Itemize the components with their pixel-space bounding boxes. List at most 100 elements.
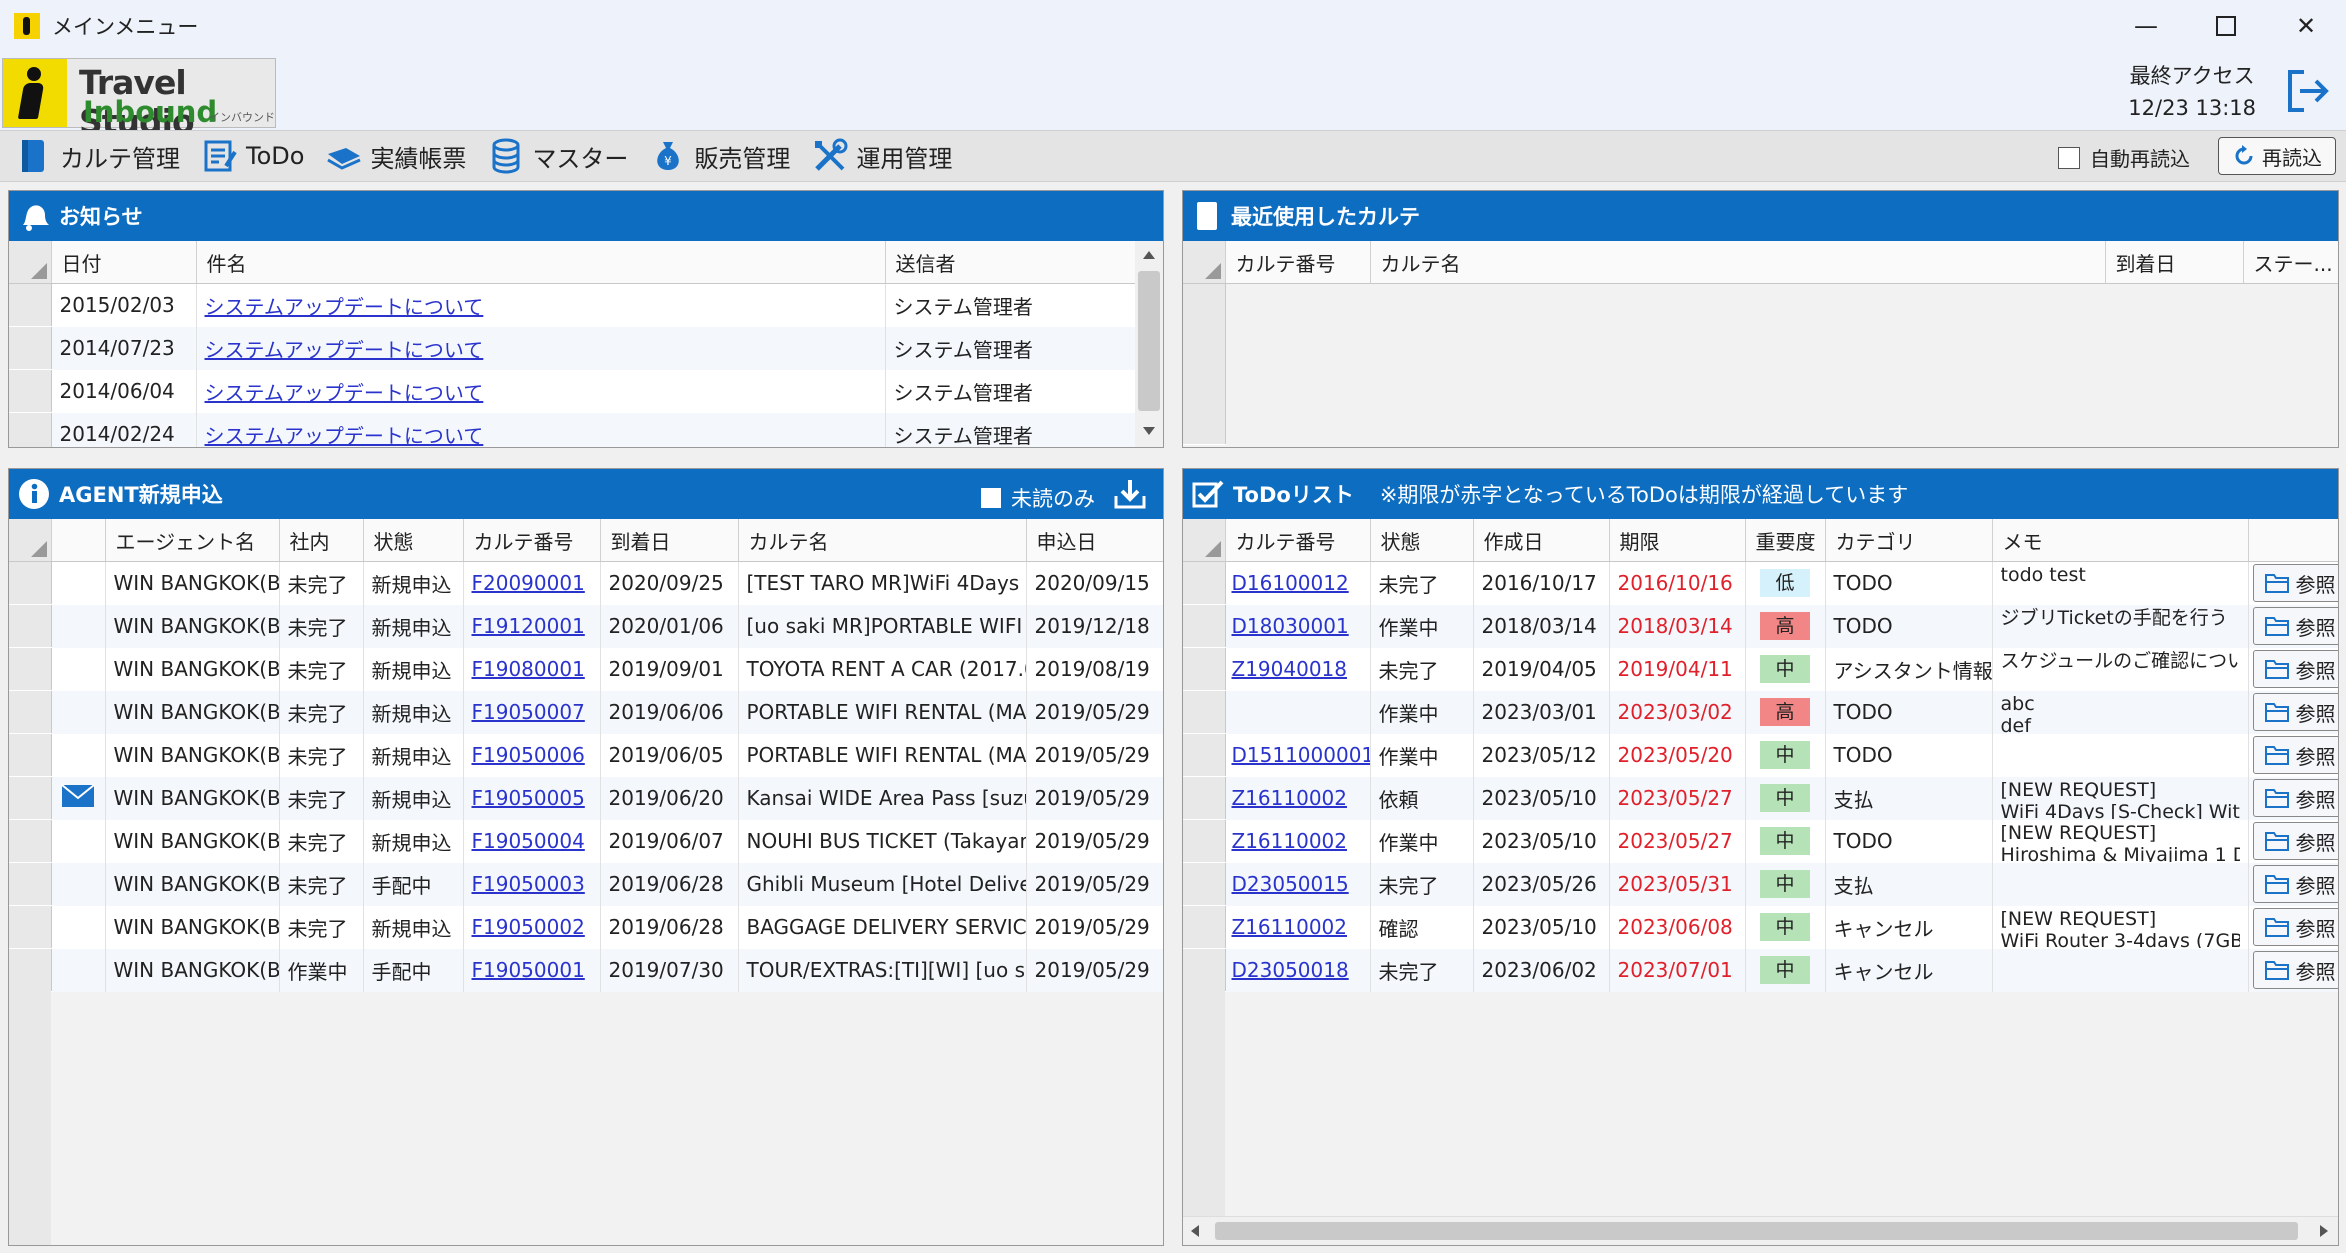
todo-row[interactable]: D16100012 未完了 2016/10/17 2016/10/16 低 TODO tod… xyxy=(1183,561,2338,605)
ref-button[interactable]: 参照 xyxy=(2252,693,2338,731)
row-header[interactable] xyxy=(9,819,52,863)
agent-col-arrival[interactable]: 到着日 xyxy=(600,519,739,562)
agent-karte-link[interactable]: F19080001 xyxy=(472,657,585,681)
notice-subject-link[interactable]: システムアップデートについて xyxy=(205,338,484,362)
todo-row[interactable]: 作業中 2023/03/01 2023/03/02 高 TODO abc def 参照 xyxy=(1183,690,2338,734)
todo-col-memo[interactable]: メモ xyxy=(1992,519,2249,562)
todo-row[interactable]: D18030001 作業中 2018/03/14 2018/03/14 高 TODO ジブリ… xyxy=(1183,604,2338,648)
row-header[interactable] xyxy=(1183,948,1226,992)
todo-karte-link[interactable]: Z16110002 xyxy=(1232,829,1348,853)
agent-row[interactable]: WIN BANGKOK(B 未完了 新規申込 F19120001 2020/01/06[… xyxy=(9,604,1163,648)
notice-subject-link[interactable]: システムアップデートについて xyxy=(205,424,484,448)
menu-sales[interactable]: ¥ 販売管理 xyxy=(650,133,790,179)
ref-button[interactable]: 参照 xyxy=(2252,779,2338,817)
row-header[interactable] xyxy=(1183,604,1226,648)
todo-karte-link[interactable]: D15110000012 xyxy=(1232,743,1370,767)
maximize-icon[interactable] xyxy=(2186,0,2266,52)
agent-col-karte-no[interactable]: カルテ番号 xyxy=(463,519,601,562)
todo-h-scrollbar[interactable] xyxy=(1183,1216,2338,1245)
todo-row[interactable]: Z16110002 確認 2023/05/10 2023/06/08 中キャンセル [NE… xyxy=(1183,905,2338,949)
agent-row[interactable]: WIN BANGKOK(B 未完了 新規申込 F19050004 2019/06/07 N… xyxy=(9,819,1163,863)
ref-button[interactable]: 参照 xyxy=(2252,564,2338,603)
row-header[interactable] xyxy=(9,948,52,992)
agent-row[interactable]: WIN BANGKOK(B 未完了 新規申込 F19050005 2019/06/20 K… xyxy=(9,776,1163,820)
agent-karte-link[interactable]: F20090001 xyxy=(472,571,585,595)
unread-only-checkbox[interactable] xyxy=(981,488,1001,508)
agent-col-internal[interactable]: 社内 xyxy=(279,519,364,562)
agent-karte-link[interactable]: F19050005 xyxy=(472,786,585,810)
todo-row[interactable]: D15110000012作業中2023/05/122023/05/20 中 TODO… xyxy=(1183,733,2338,777)
agent-karte-link[interactable]: F19050007 xyxy=(472,700,585,724)
agent-row[interactable]: WIN BANGKOK(B 未完了 新規申込 F19050007 2019/06/06 P… xyxy=(9,690,1163,734)
minimize-icon[interactable]: — xyxy=(2106,0,2186,52)
todo-row[interactable]: Z16110002 作業中 2023/05/10 2023/05/27 中 TODO [NE… xyxy=(1183,819,2338,863)
todo-col-priority[interactable]: 重要度 xyxy=(1745,519,1826,562)
agent-karte-link[interactable]: F19050003 xyxy=(472,872,585,896)
todo-karte-link[interactable]: D23050018 xyxy=(1232,958,1349,982)
todo-col-karte-no[interactable]: カルテ番号 xyxy=(1225,519,1371,562)
todo-row[interactable]: Z16110002 依頼 2023/05/10 2023/05/27 中支払 [NEW R… xyxy=(1183,776,2338,820)
todo-karte-link[interactable]: Z16110002 xyxy=(1232,915,1348,939)
agent-corner[interactable] xyxy=(9,519,52,562)
todo-col-status[interactable]: 状態 xyxy=(1370,519,1474,562)
menu-report[interactable]: 実績帳票 xyxy=(326,133,466,179)
todo-col-category[interactable]: カテゴリ xyxy=(1825,519,1993,562)
unread-only-toggle[interactable]: 未読のみ xyxy=(981,483,1095,513)
mail-icon[interactable] xyxy=(61,783,95,808)
recent-col-karte-no[interactable]: カルテ番号 xyxy=(1225,241,1371,284)
todo-karte-link[interactable]: D18030001 xyxy=(1232,614,1349,638)
logout-icon[interactable] xyxy=(2282,66,2332,116)
row-header[interactable] xyxy=(1183,561,1226,605)
todo-col-ref[interactable] xyxy=(2248,519,2338,562)
row-header[interactable] xyxy=(9,604,52,648)
todo-corner[interactable] xyxy=(1183,519,1226,562)
row-header[interactable] xyxy=(9,561,52,605)
agent-karte-link[interactable]: F19120001 xyxy=(472,614,585,638)
agent-row[interactable]: WIN BANGKOK(B 未完了 新規申込 F19080001 2019/09/01 T… xyxy=(9,647,1163,691)
agent-karte-link[interactable]: F19050006 xyxy=(472,743,585,767)
row-header[interactable] xyxy=(9,905,52,949)
ref-button[interactable]: 参照 xyxy=(2252,951,2338,989)
agent-col-state[interactable]: 状態 xyxy=(363,519,464,562)
ref-button[interactable]: 参照 xyxy=(2252,607,2338,645)
menu-todo[interactable]: ToDo xyxy=(202,133,304,179)
agent-row[interactable]: WIN BANGKOK(B 未完了 新規申込 F19050006 2019/06/05 P… xyxy=(9,733,1163,777)
todo-karte-link[interactable]: Z16110002 xyxy=(1232,786,1348,810)
todo-row[interactable]: D23050018 未完了 2023/06/02 2023/07/01 中キャンセル 参照 xyxy=(1183,948,2338,992)
ref-button[interactable]: 参照 xyxy=(2252,650,2338,688)
row-header[interactable] xyxy=(1183,819,1226,863)
recent-col-karte-name[interactable]: カルテ名 xyxy=(1370,241,2106,284)
todo-row[interactable]: D23050015 未完了 2023/05/26 2023/05/31 中支払 参照 xyxy=(1183,862,2338,906)
agent-karte-link[interactable]: F19050001 xyxy=(472,958,585,982)
ref-button[interactable]: 参照 xyxy=(2252,822,2338,860)
ref-button[interactable]: 参照 xyxy=(2252,865,2338,903)
ref-button[interactable]: 参照 xyxy=(2252,908,2338,946)
reload-button[interactable]: 再読込 xyxy=(2218,137,2336,175)
agent-row[interactable]: WIN BANGKOK(B 作業中 手配中 F19050001 2019/07/30 TO… xyxy=(9,948,1163,992)
row-header[interactable] xyxy=(9,326,52,370)
todo-karte-link[interactable]: D23050015 xyxy=(1232,872,1349,896)
agent-row[interactable]: WIN BANGKOK(B 未完了 手配中 F19050003 2019/06/28 Gh… xyxy=(9,862,1163,906)
recent-corner[interactable] xyxy=(1183,241,1226,284)
notice-row[interactable]: 2014/07/23 システムアップデートについて システム管理者 xyxy=(9,326,1136,370)
agent-row[interactable]: WIN BANGKOK(B 未完了 新規申込 F20090001 2020/09/25[… xyxy=(9,561,1163,605)
agent-col-agent[interactable]: エージェント名 xyxy=(105,519,280,562)
agent-karte-link[interactable]: F19050002 xyxy=(472,915,585,939)
todo-col-created[interactable]: 作成日 xyxy=(1473,519,1610,562)
row-header[interactable] xyxy=(1183,905,1226,949)
ref-button[interactable]: 参照 xyxy=(2252,736,2338,774)
row-header[interactable] xyxy=(1183,690,1226,734)
menu-operation[interactable]: 運用管理 xyxy=(812,133,952,179)
todo-karte-link[interactable]: Z19040018 xyxy=(1232,657,1348,681)
recent-col-arrival[interactable]: 到着日 xyxy=(2105,241,2244,284)
auto-reload-toggle[interactable]: 自動再読込 xyxy=(2058,143,2190,172)
todo-karte-link[interactable]: D16100012 xyxy=(1232,571,1349,595)
todo-col-due[interactable]: 期限 xyxy=(1609,519,1746,562)
row-header[interactable] xyxy=(1183,776,1226,820)
agent-col-karte-name[interactable]: カルテ名 xyxy=(738,519,1027,562)
notice-subject-link[interactable]: システムアップデートについて xyxy=(205,295,484,319)
notice-row[interactable]: 2014/02/24 システムアップデートについて システム管理者 xyxy=(9,412,1136,448)
agent-col-mail[interactable] xyxy=(51,519,106,562)
notice-col-sender[interactable]: 送信者 xyxy=(885,241,1136,284)
row-header[interactable] xyxy=(9,690,52,734)
